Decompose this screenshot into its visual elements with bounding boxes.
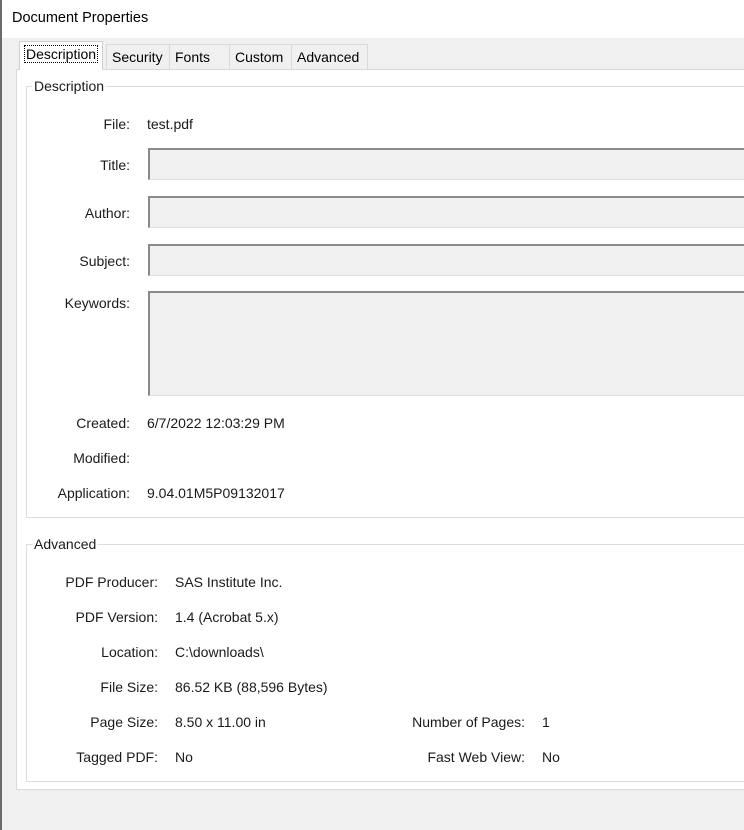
advanced-legend: Advanced bbox=[32, 536, 99, 552]
filesize-label: File Size: bbox=[100, 679, 158, 695]
fastweb-label: Fast Web View: bbox=[427, 749, 525, 765]
tagged-label: Tagged PDF: bbox=[76, 749, 158, 765]
file-label: File: bbox=[103, 116, 130, 132]
tagged-value: No bbox=[175, 749, 193, 765]
application-value: 9.04.01M5P09132017 bbox=[147, 485, 285, 501]
author-field[interactable] bbox=[148, 196, 744, 228]
location-value: C:\downloads\ bbox=[175, 644, 264, 660]
filesize-value: 86.52 KB (88,596 Bytes) bbox=[175, 679, 328, 695]
version-value: 1.4 (Acrobat 5.x) bbox=[175, 609, 279, 625]
pages-label: Number of Pages: bbox=[412, 714, 525, 730]
version-label: PDF Version: bbox=[75, 609, 158, 625]
keywords-field[interactable] bbox=[148, 291, 744, 396]
pagesize-label: Page Size: bbox=[90, 714, 158, 730]
tab-label: Description bbox=[23, 45, 99, 63]
pages-value: 1 bbox=[542, 714, 550, 730]
title-label: Title: bbox=[100, 157, 130, 173]
pagesize-value: 8.50 x 11.00 in bbox=[175, 714, 266, 730]
created-label: Created: bbox=[76, 415, 130, 431]
subject-label: Subject: bbox=[79, 253, 130, 269]
document-properties-dialog: Document Properties Description Security… bbox=[0, 0, 744, 830]
keywords-label: Keywords: bbox=[64, 295, 130, 311]
title-bar: Document Properties bbox=[2, 0, 744, 38]
subject-field[interactable] bbox=[148, 244, 744, 276]
tab-advanced[interactable]: Advanced bbox=[291, 44, 368, 70]
file-value: test.pdf bbox=[147, 116, 193, 132]
tab-label: Fonts bbox=[175, 49, 211, 65]
description-legend: Description bbox=[32, 78, 107, 94]
application-label: Application: bbox=[57, 485, 130, 501]
tab-security[interactable]: Security bbox=[106, 44, 170, 70]
tab-custom[interactable]: Custom bbox=[229, 44, 292, 70]
tab-label: Advanced bbox=[297, 49, 360, 65]
tab-label: Custom bbox=[235, 49, 284, 65]
created-value: 6/7/2022 12:03:29 PM bbox=[147, 415, 285, 431]
title-field[interactable] bbox=[148, 148, 744, 180]
fastweb-value: No bbox=[542, 749, 560, 765]
tab-label: Security bbox=[112, 49, 163, 65]
producer-label: PDF Producer: bbox=[65, 574, 158, 590]
author-label: Author: bbox=[84, 205, 130, 221]
tab-fonts[interactable]: Fonts bbox=[169, 44, 230, 70]
tab-description[interactable]: Description bbox=[19, 41, 104, 70]
producer-value: SAS Institute Inc. bbox=[175, 574, 283, 590]
location-label: Location: bbox=[101, 644, 158, 660]
dialog-title: Document Properties bbox=[12, 10, 149, 26]
modified-label: Modified: bbox=[73, 450, 130, 466]
